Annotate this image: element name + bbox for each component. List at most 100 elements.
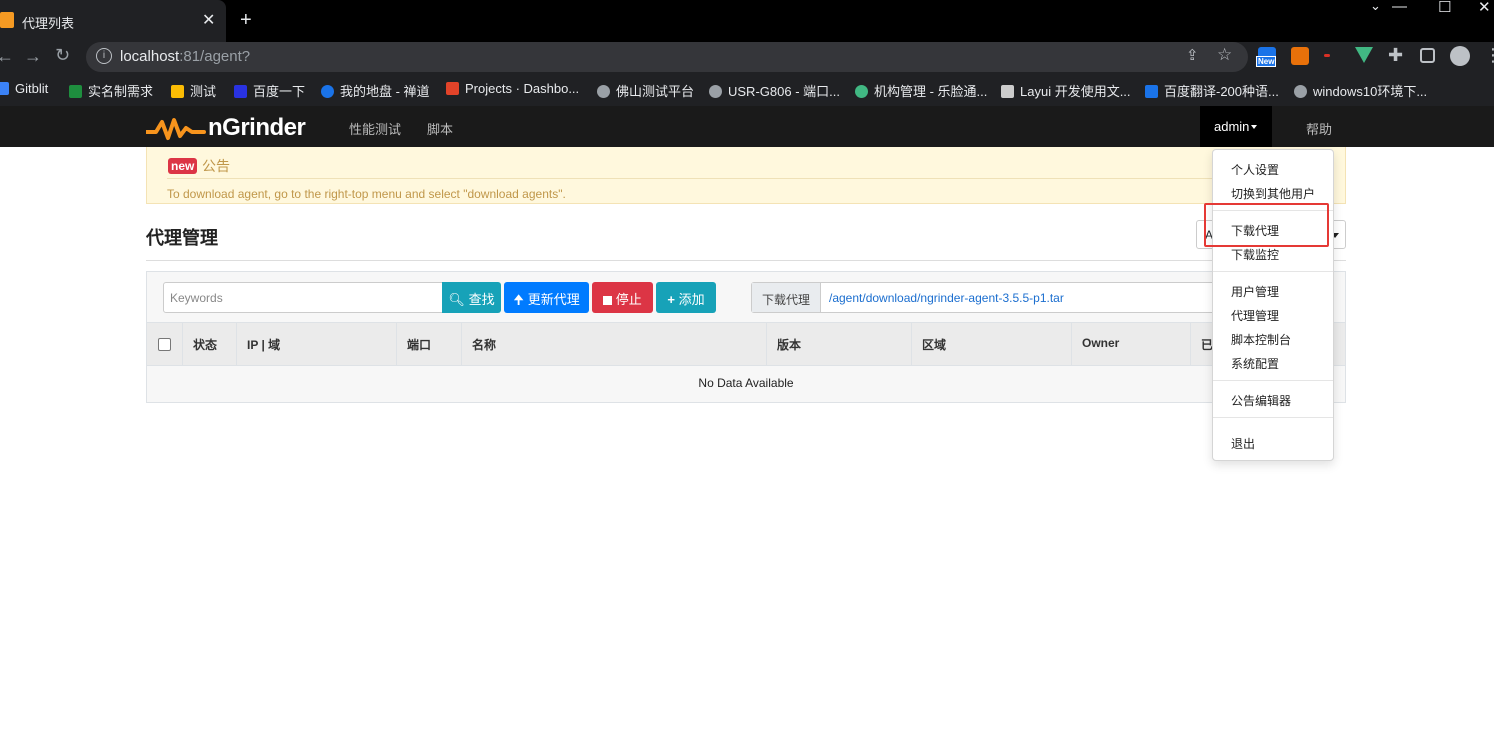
extension-devtools-icon[interactable]	[1291, 47, 1309, 65]
bookmark-favicon-icon	[855, 85, 868, 98]
side-panel-icon[interactable]	[1420, 48, 1435, 63]
bookmark-item[interactable]: 机构管理 - 乐脸通...	[855, 81, 987, 100]
menu-item-script-console[interactable]: 脚本控制台	[1231, 331, 1291, 348]
bookmark-label: 百度一下	[253, 84, 306, 99]
globe-icon	[1294, 85, 1307, 98]
browser-tab-strip: 代理列表 ✕ + ⌄ — ☐ ✕	[0, 0, 1494, 42]
menu-item-user-management[interactable]: 用户管理	[1231, 283, 1279, 300]
bookmark-favicon-icon	[69, 85, 82, 98]
gitlab-icon	[446, 82, 459, 95]
address-url: localhost:81/agent?	[120, 48, 250, 65]
download-agent-label: 下载代理	[752, 283, 821, 312]
nav-script[interactable]: 脚本	[427, 119, 453, 138]
extension-dots-icon[interactable]	[1324, 54, 1330, 57]
reload-icon[interactable]: ↻	[55, 45, 70, 66]
add-label: 添加	[678, 292, 705, 307]
announcement-box: new 公告 To download agent, go to the righ…	[146, 147, 1346, 204]
bookmark-favicon-icon	[321, 85, 334, 98]
bookmark-item[interactable]: USR-G806 - 端口...	[709, 81, 840, 100]
menu-item-switch-user[interactable]: 切换到其他用户	[1231, 185, 1315, 202]
menu-item-agent-management[interactable]: 代理管理	[1231, 307, 1279, 324]
agent-panel: Keywords 🔍︎ 查找 🠉 更新代理 停止 + 添加 下载代理 /agen…	[146, 271, 1346, 403]
announcement-text: To download agent, go to the right-top m…	[167, 187, 566, 201]
bookmark-item[interactable]: 佛山测试平台	[597, 81, 694, 100]
menu-divider	[1213, 417, 1333, 418]
plus-icon: +	[667, 292, 675, 307]
maximize-button[interactable]: ☐	[1438, 0, 1451, 16]
bookmark-item[interactable]: windows10环境下...	[1294, 81, 1427, 100]
tab-close-icon[interactable]: ✕	[202, 10, 215, 30]
ngrinder-logo-wave-icon	[146, 118, 206, 140]
menu-item-system-config[interactable]: 系统配置	[1231, 355, 1279, 372]
update-agent-button[interactable]: 🠉 更新代理	[504, 282, 589, 313]
nav-performance-test[interactable]: 性能测试	[349, 119, 401, 138]
caret-down-icon	[1251, 125, 1257, 129]
arrow-up-icon: 🠉	[513, 292, 525, 307]
bookmark-label: Gitblit	[15, 81, 49, 96]
extension-new-icon[interactable]: New	[1256, 47, 1277, 67]
bookmark-label: 测试	[190, 84, 217, 99]
address-bar[interactable]: i localhost:81/agent? ⇪ ☆	[86, 42, 1248, 72]
search-button-label: 查找	[468, 292, 495, 307]
close-window-button[interactable]: ✕	[1478, 0, 1491, 16]
menu-item-download-monitor[interactable]: 下载监控	[1231, 246, 1279, 263]
globe-icon	[597, 85, 610, 98]
bookmark-item[interactable]: 我的地盘 - 禅道	[321, 81, 430, 100]
brand-name: nGrinder	[208, 114, 306, 141]
bookmark-label: Layui 开发使用文...	[1020, 84, 1131, 99]
bookmark-label: 我的地盘 - 禅道	[340, 84, 430, 99]
globe-icon	[709, 85, 722, 98]
bookmark-label: USR-G806 - 端口...	[728, 84, 840, 99]
column-region[interactable]: 区域	[911, 323, 1071, 365]
profile-avatar-icon[interactable]	[1450, 46, 1470, 66]
user-menu-toggle[interactable]: admin	[1200, 106, 1272, 147]
column-port[interactable]: 端口	[396, 323, 461, 365]
url-path: :81/agent?	[179, 48, 251, 65]
translate-icon	[1145, 85, 1158, 98]
add-button[interactable]: + 添加	[656, 282, 716, 313]
menu-divider	[1213, 380, 1333, 381]
update-agent-label: 更新代理	[527, 292, 580, 307]
share-icon[interactable]: ⇪	[1186, 46, 1199, 64]
menu-kebab-icon[interactable]: ⋮	[1484, 45, 1494, 66]
bookmark-item[interactable]: 测试	[171, 81, 216, 100]
download-agent-group: 下载代理 /agent/download/ngrinder-agent-3.5.…	[751, 282, 1251, 313]
bookmark-item[interactable]: 百度翻译-200种语...	[1145, 81, 1279, 100]
bookmark-item[interactable]: Projects · Dashbo...	[446, 81, 579, 96]
forward-arrow-icon[interactable]: →	[24, 46, 42, 67]
page-title: 代理管理	[146, 228, 218, 248]
bookmark-label: windows10环境下...	[1313, 84, 1428, 99]
vue-devtools-icon[interactable]	[1355, 47, 1373, 63]
menu-item-logout[interactable]: 退出	[1231, 435, 1255, 452]
extensions-puzzle-icon[interactable]: ✚	[1388, 45, 1403, 66]
search-input[interactable]: Keywords	[163, 282, 443, 313]
bookmark-item[interactable]: 实名制需求	[69, 81, 153, 100]
column-name[interactable]: 名称	[461, 323, 766, 365]
site-info-icon[interactable]: i	[96, 48, 112, 64]
bookmark-star-icon[interactable]: ☆	[1217, 45, 1232, 65]
nav-help[interactable]: 帮助	[1306, 119, 1332, 138]
select-all-checkbox[interactable]	[158, 338, 171, 351]
user-dropdown-menu: 个人设置 切换到其他用户 下载代理 下载监控 用户管理 代理管理 脚本控制台 系…	[1212, 149, 1334, 461]
browser-tab[interactable]: 代理列表 ✕	[0, 0, 226, 42]
column-status[interactable]: 状态	[182, 323, 236, 365]
stop-button[interactable]: 停止	[592, 282, 653, 313]
app-navbar: nGrinder 性能测试 脚本 admin 帮助	[0, 106, 1494, 147]
new-tab-button[interactable]: +	[240, 9, 252, 32]
download-agent-link[interactable]: /agent/download/ngrinder-agent-3.5.5-p1.…	[829, 291, 1064, 305]
menu-item-announcement-editor[interactable]: 公告编辑器	[1231, 392, 1291, 409]
user-name: admin	[1214, 119, 1250, 134]
bookmark-item[interactable]: Layui 开发使用文...	[1001, 81, 1131, 100]
back-arrow-icon[interactable]: ←	[0, 46, 14, 67]
column-version[interactable]: 版本	[766, 323, 911, 365]
bookmark-label: 实名制需求	[88, 84, 154, 99]
tab-search-icon[interactable]: ⌄	[1370, 0, 1381, 14]
menu-item-personal-settings[interactable]: 个人设置	[1231, 161, 1279, 178]
search-button[interactable]: 🔍︎ 查找	[442, 282, 501, 313]
bookmark-item[interactable]: 百度一下	[234, 81, 305, 100]
column-ip-domain[interactable]: IP | 域	[236, 323, 396, 365]
search-icon: 🔍︎	[448, 292, 465, 307]
minimize-button[interactable]: —	[1392, 0, 1407, 15]
column-owner[interactable]: Owner	[1071, 323, 1190, 365]
bookmark-item[interactable]: Gitblit	[0, 81, 48, 96]
